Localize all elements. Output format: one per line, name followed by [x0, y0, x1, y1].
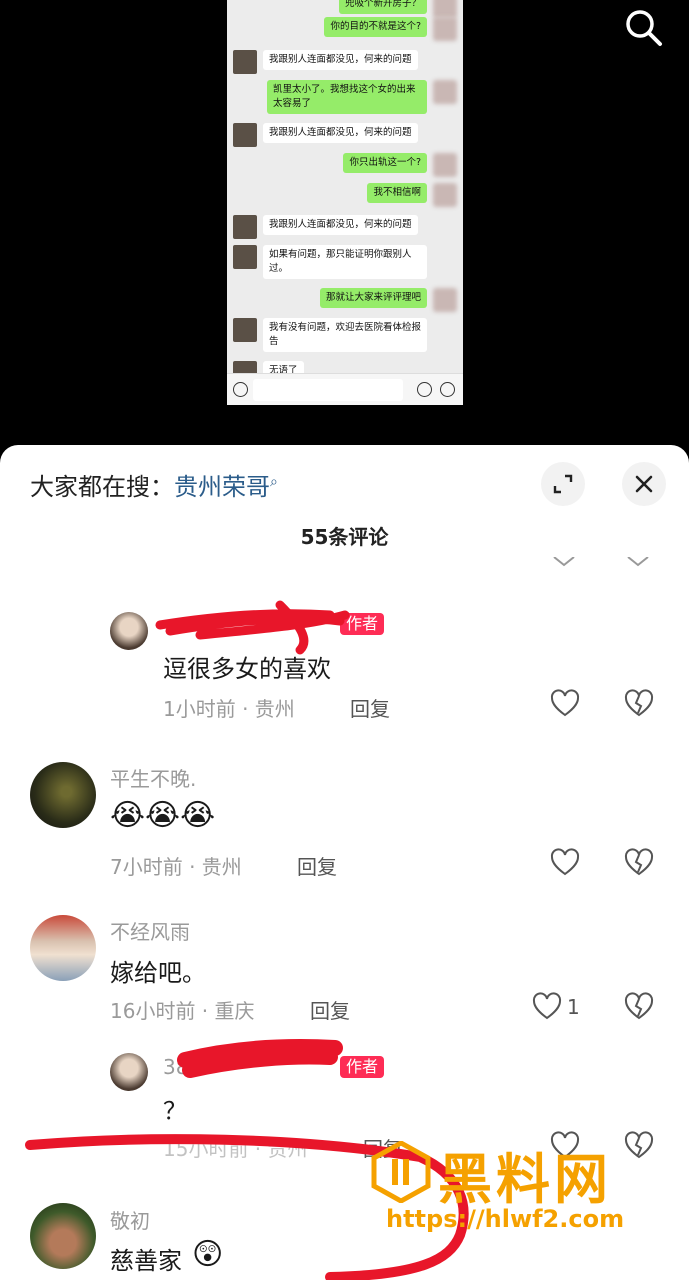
- chat-message: 那就让大家来评评理吧: [319, 288, 427, 308]
- comment-emoji: 😲: [192, 1237, 224, 1272]
- dislike-icon[interactable]: [624, 992, 654, 1022]
- chat-avatar: [233, 123, 257, 147]
- comment-meta: 7小时前 · 贵州: [110, 855, 242, 879]
- comment-text: 嫁给吧。: [110, 959, 206, 987]
- cut-off-comment-row: ·: [110, 557, 670, 581]
- emoji-icon: [417, 382, 432, 397]
- site-watermark: 黑料网 https://hlwf2.com: [370, 1135, 670, 1245]
- avatar[interactable]: [30, 1203, 96, 1269]
- close-icon: [635, 475, 653, 493]
- like-count: 1: [567, 995, 580, 1019]
- chat-message: 如果有问题，那只能证明你跟别人过。: [263, 245, 427, 279]
- like-icon[interactable]: [550, 689, 580, 719]
- voice-icon: [233, 382, 248, 397]
- dislike-icon[interactable]: [624, 689, 654, 719]
- chat-message: 我有没有问题，欢迎去医院看体检报告: [263, 318, 427, 352]
- chat-input-field: [253, 379, 403, 401]
- avatar[interactable]: [30, 762, 96, 828]
- comment-meta: 15小时前 · 贵州: [163, 1137, 308, 1161]
- username[interactable]: 敬初: [110, 1205, 150, 1234]
- chat-message: 你的目的不就是这个?: [324, 17, 427, 37]
- watermark-logo-icon: [371, 1141, 431, 1203]
- chat-avatar: [233, 245, 257, 269]
- chat-avatar: [233, 318, 257, 342]
- reply-button[interactable]: 回复: [350, 693, 390, 722]
- chat-message: 兜吸个新开房子？: [338, 0, 427, 14]
- username[interactable]: 平生不晚.: [110, 763, 196, 792]
- comment-text: ？: [163, 1097, 187, 1125]
- search-icon[interactable]: [622, 6, 666, 50]
- watermark-url: https://hlwf2.com: [386, 1205, 625, 1233]
- author-badge: 作者: [340, 1056, 385, 1078]
- hot-search-prefix: 大家都在搜：: [30, 473, 174, 501]
- reply-button[interactable]: 回复: [297, 851, 337, 880]
- author-badge: 作者: [340, 613, 385, 635]
- watermark-text: 黑料网: [438, 1148, 612, 1211]
- chat-screenshot: 兜吸个新开房子？ 你的目的不就是这个? 我跟别人连面都没见，何来的问题 凯里太小了。我…: [227, 0, 463, 405]
- comment-count-title: 55条评论: [300, 525, 389, 549]
- chat-avatar: [233, 50, 257, 74]
- avatar[interactable]: [110, 612, 148, 650]
- chat-input-bar: [227, 373, 463, 405]
- expand-button[interactable]: [541, 462, 585, 506]
- video-player[interactable]: 兜吸个新开房子？ 你的目的不就是这个? 我跟别人连面都没见，何来的问题 凯里太小了。我…: [0, 0, 689, 445]
- comment-meta: 16小时前 · 重庆: [110, 999, 255, 1023]
- chat-avatar: [433, 80, 457, 104]
- username[interactable]: 不经风雨: [110, 916, 190, 945]
- like-icon[interactable]: [532, 992, 562, 1022]
- hot-search-keyword[interactable]: 贵州荣哥: [174, 473, 270, 501]
- chat-avatar: [433, 288, 457, 312]
- search-small-icon: ⌕: [270, 474, 278, 490]
- chat-message: 凯里太小了。我想找这个女的出来太容易了: [267, 80, 427, 114]
- hot-search-banner[interactable]: 大家都在搜：贵州荣哥⌕: [30, 467, 278, 502]
- chat-avatar: [433, 153, 457, 177]
- reply-button[interactable]: 回复: [310, 995, 350, 1024]
- chat-message: 我跟别人连面都没见，何来的问题: [263, 50, 418, 70]
- chat-avatar: [433, 183, 457, 207]
- chat-avatar: [233, 215, 257, 239]
- comment-text: 逗很多女的喜欢: [163, 655, 331, 683]
- avatar[interactable]: [110, 1053, 148, 1091]
- dislike-icon[interactable]: [624, 848, 654, 878]
- avatar[interactable]: [30, 915, 96, 981]
- chat-message: 我跟别人连面都没见，何来的问题: [263, 123, 418, 143]
- plus-icon: [440, 382, 455, 397]
- comment-meta: 1小时前 · 贵州: [163, 697, 295, 721]
- chat-message: 我跟别人连面都没见，何来的问题: [263, 215, 418, 235]
- chat-message: 我不相信啊: [367, 183, 427, 203]
- chat-message: 你只出轨这一个?: [343, 153, 427, 173]
- like-icon[interactable]: [550, 848, 580, 878]
- close-button[interactable]: [622, 462, 666, 506]
- comment-emoji: 😭😭😭: [110, 798, 216, 833]
- username[interactable]: 38: [163, 1055, 188, 1079]
- comment-text: 慈善家: [110, 1247, 182, 1275]
- chat-avatar: [433, 0, 457, 18]
- expand-icon: [553, 474, 573, 494]
- chat-avatar: [433, 17, 457, 41]
